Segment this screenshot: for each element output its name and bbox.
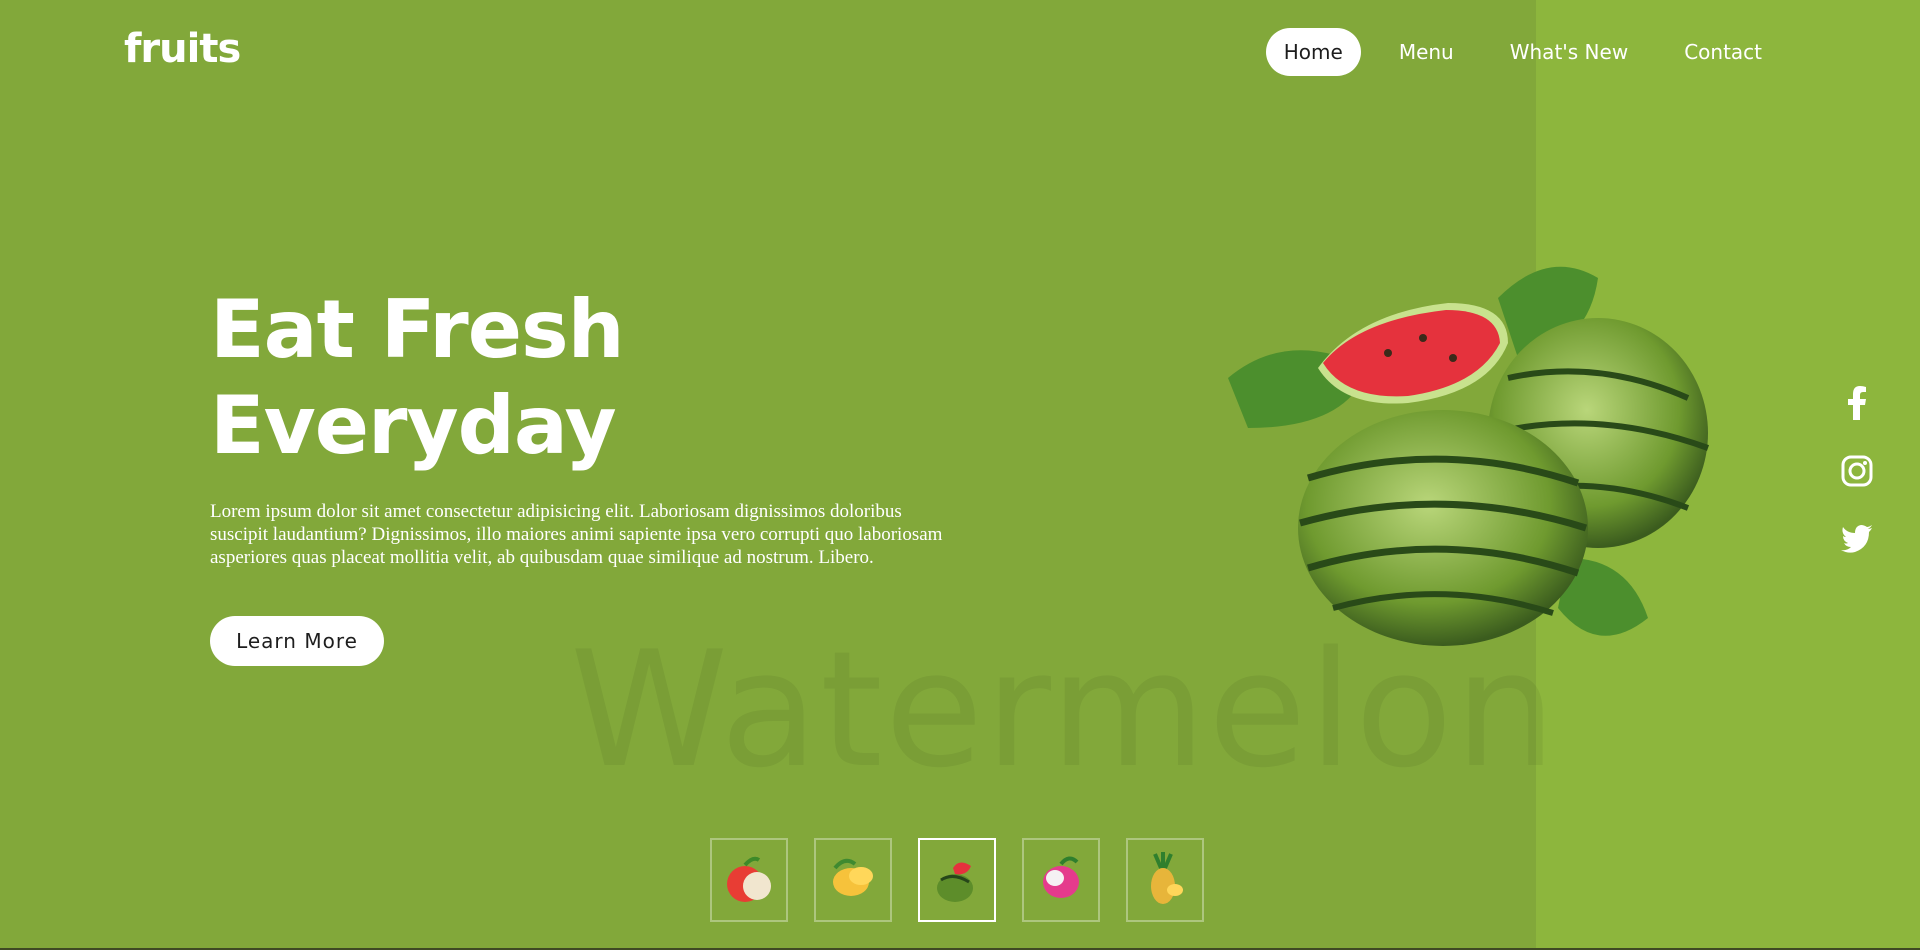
dragonfruit-icon [1043,856,1079,898]
page: fruits Home Menu What's New Contact Eat … [0,0,1920,950]
watermelon-icon [937,862,973,902]
mango-icon [833,858,873,896]
facebook-icon[interactable] [1840,386,1874,420]
hero-title: Eat Fresh Everyday [210,282,625,474]
nav-item-whats-new[interactable]: What's New [1492,28,1646,76]
instagram-icon[interactable] [1840,454,1874,488]
site-logo[interactable]: fruits [124,26,241,72]
watermelon-icon [1208,258,1718,658]
nav-item-contact[interactable]: Contact [1666,28,1780,76]
thumbnail-mango[interactable] [814,838,892,922]
social-links [1840,386,1874,590]
site-header: fruits Home Menu What's New Contact [0,0,1920,108]
pineapple-icon [1151,852,1183,904]
learn-more-button[interactable]: Learn More [210,616,384,666]
nav-item-menu[interactable]: Menu [1381,28,1472,76]
thumbnail-watermelon[interactable] [918,838,996,922]
main-nav: Home Menu What's New Contact [1265,28,1780,76]
twitter-icon[interactable] [1840,522,1874,556]
fruit-thumbnail-strip [710,838,1204,922]
thumbnail-dragonfruit[interactable] [1022,838,1100,922]
hero-title-line-1: Eat Fresh [210,283,625,376]
thumbnail-apple[interactable] [710,838,788,922]
hero-description: Lorem ipsum dolor sit amet consectetur a… [210,501,943,568]
hero-title-line-2: Everyday [210,379,617,472]
apple-icon [727,856,771,902]
thumbnail-pineapple[interactable] [1126,838,1204,922]
nav-item-home[interactable]: Home [1265,28,1361,76]
